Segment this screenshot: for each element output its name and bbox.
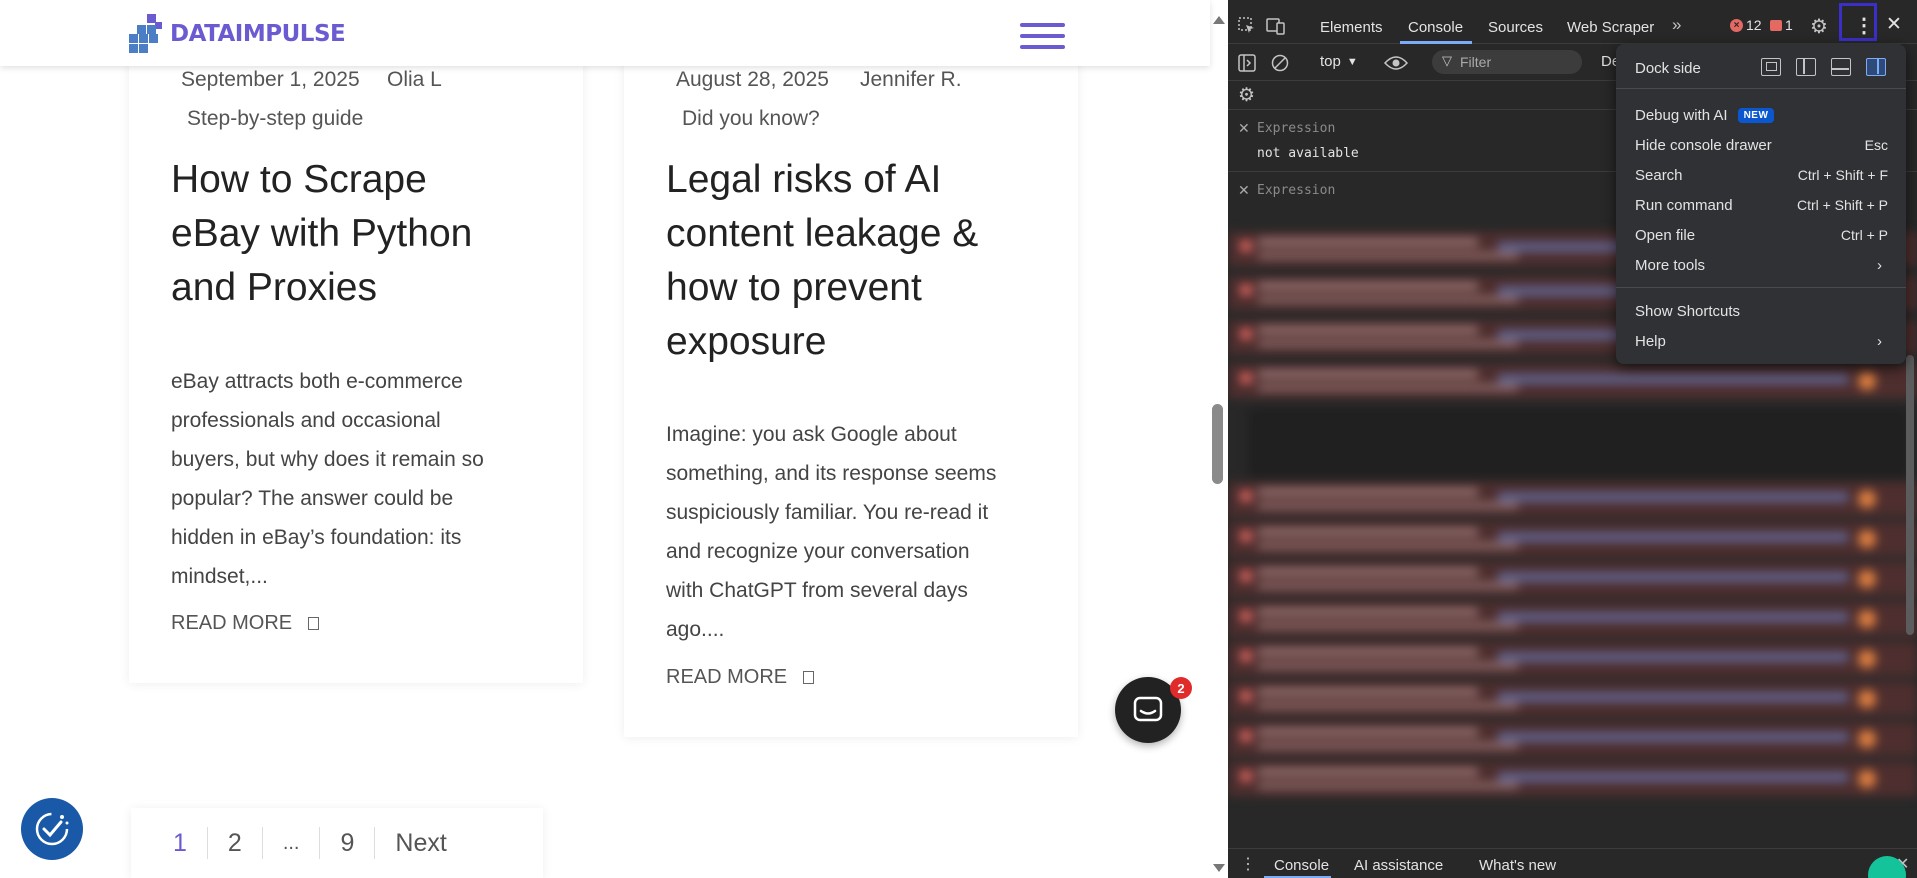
post-title[interactable]: How to Scrape eBay with Python and Proxi…: [171, 153, 472, 315]
console-message: [1228, 602, 1917, 636]
console-message: [1228, 642, 1917, 676]
console-message: [1228, 762, 1917, 796]
console-message: [1228, 722, 1917, 756]
menu-item-run-command[interactable]: Run command Ctrl + Shift + P: [1616, 191, 1906, 219]
menu-item-open-file[interactable]: Open file Ctrl + P: [1616, 221, 1906, 249]
new-badge: NEW: [1737, 107, 1775, 123]
devtools-tabbar: Elements Console Sources Web Scraper » ×…: [1228, 0, 1917, 44]
post-date: September 1, 2025: [181, 68, 360, 91]
menu-item-show-shortcuts[interactable]: Show Shortcuts: [1616, 297, 1906, 325]
post-author[interactable]: Jennifer R.: [860, 68, 962, 92]
dock-bottom-icon[interactable]: [1831, 58, 1851, 76]
page-link-9[interactable]: 9: [320, 827, 376, 859]
arrow-icon: [308, 617, 320, 630]
cookie-settings-button[interactable]: [21, 798, 83, 860]
menu-item-more-tools[interactable]: More tools ›: [1616, 251, 1906, 279]
tab-sources[interactable]: Sources: [1488, 19, 1543, 36]
console-message: [1228, 364, 1917, 398]
cookie-check-icon: [35, 812, 69, 846]
menu-separator: [1616, 88, 1906, 89]
drawer-tab-ai-assistance[interactable]: AI assistance: [1354, 857, 1443, 874]
close-icon[interactable]: ✕: [1238, 182, 1250, 199]
post-date: August 28, 2025: [676, 68, 829, 91]
page-ellipsis: ...: [263, 827, 321, 859]
issue-flag-icon: [1770, 19, 1782, 31]
expression-label[interactable]: Expression: [1257, 183, 1335, 198]
chat-notification-badge: 2: [1170, 677, 1192, 699]
read-more-link[interactable]: READ MORE: [171, 612, 320, 635]
console-message: [1228, 562, 1917, 596]
menu-item-debug-with-ai[interactable]: Debug with AI NEW: [1616, 101, 1906, 129]
console-message: [1228, 522, 1917, 556]
context-selector[interactable]: top ▼: [1320, 53, 1358, 70]
menu-separator: [1616, 287, 1906, 288]
tab-elements[interactable]: Elements: [1320, 19, 1383, 36]
kebab-icon[interactable]: ⋮: [1854, 13, 1874, 38]
blog-card: August 28, 2025 Jennifer R. Did you know…: [624, 40, 1078, 737]
chevron-right-icon: ›: [1877, 256, 1882, 274]
logo-text: DATAIMPULSE: [170, 21, 346, 47]
site-header: DATAIMPULSE: [0, 0, 1210, 66]
menu-item-help[interactable]: Help ›: [1616, 327, 1906, 355]
live-expression-eye-icon[interactable]: [1384, 55, 1408, 71]
kebab-icon[interactable]: ⋮: [1240, 854, 1256, 874]
scrollbar-thumb[interactable]: [1212, 404, 1223, 484]
filter-input[interactable]: ▽ Filter: [1432, 50, 1582, 74]
dock-right-icon[interactable]: [1866, 58, 1886, 76]
active-tab-indicator: [1400, 41, 1472, 44]
post-excerpt: eBay attracts both e-commerce profession…: [171, 370, 484, 588]
error-icon: ×: [1730, 18, 1743, 32]
post-category[interactable]: Step-by-step guide: [187, 107, 363, 131]
console-message: [1228, 682, 1917, 716]
web-page: DATAIMPULSE September 1, 2025 Olia L Ste…: [0, 0, 1228, 878]
undock-window-icon[interactable]: [1761, 58, 1781, 76]
pagination: 1 2 ... 9 Next: [131, 808, 543, 878]
close-icon[interactable]: ✕: [1238, 120, 1250, 137]
drawer-tab-console[interactable]: Console: [1274, 857, 1329, 874]
scroll-down-arrow-icon[interactable]: [1213, 864, 1225, 872]
gear-icon[interactable]: ⚙: [1238, 84, 1255, 107]
issue-counter[interactable]: 1: [1770, 17, 1793, 33]
caret-down-icon: ▼: [1346, 55, 1358, 68]
read-more-link[interactable]: READ MORE: [666, 666, 815, 689]
page-link-2[interactable]: 2: [208, 827, 263, 859]
tab-console[interactable]: Console: [1408, 19, 1463, 36]
page-scrollbar[interactable]: [1208, 10, 1228, 878]
menu-item-hide-console-drawer[interactable]: Hide console drawer Esc: [1616, 131, 1906, 159]
sidebar-toggle-icon[interactable]: [1238, 54, 1256, 72]
post-category[interactable]: Did you know?: [682, 107, 820, 131]
customize-devtools-menu: Dock side Debug with AI NEW Hide console…: [1616, 44, 1906, 364]
logo-mark-icon: [129, 14, 164, 54]
tab-web-scraper[interactable]: Web Scraper: [1567, 19, 1654, 36]
expression-label[interactable]: Expression: [1257, 121, 1335, 136]
console-scrollbar-thumb[interactable]: [1906, 355, 1914, 635]
more-tabs-icon[interactable]: »: [1672, 15, 1681, 35]
expression-value: not available: [1257, 146, 1359, 161]
console-drawer-tabbar: ⋮ Console AI assistance What's new ✕: [1228, 848, 1917, 878]
gear-icon[interactable]: ⚙: [1810, 14, 1828, 39]
hamburger-menu-icon[interactable]: [1020, 23, 1065, 53]
page-link-1[interactable]: 1: [153, 827, 208, 859]
menu-item-search[interactable]: Search Ctrl + Shift + F: [1616, 161, 1906, 189]
inspect-element-icon[interactable]: [1238, 17, 1256, 35]
site-logo[interactable]: DATAIMPULSE: [129, 14, 346, 54]
blog-card: September 1, 2025 Olia L Step-by-step gu…: [129, 40, 583, 683]
dock-left-icon[interactable]: [1796, 58, 1816, 76]
device-toolbar-icon[interactable]: [1266, 17, 1286, 35]
close-icon[interactable]: ✕: [1886, 13, 1902, 36]
clear-console-icon[interactable]: [1271, 54, 1289, 72]
post-title[interactable]: Legal risks of AI content leakage & how …: [666, 153, 978, 369]
console-message: [1228, 482, 1917, 516]
next-page-link[interactable]: Next: [375, 827, 466, 859]
filter-icon: ▽: [1442, 53, 1452, 68]
console-message-detail: [1248, 408, 1908, 478]
chevron-right-icon: ›: [1877, 332, 1882, 350]
chat-icon: [1133, 696, 1163, 722]
arrow-icon: [803, 671, 815, 684]
post-author[interactable]: Olia L: [387, 68, 442, 92]
scroll-up-arrow-icon[interactable]: [1213, 16, 1225, 24]
drawer-tab-whats-new[interactable]: What's new: [1479, 857, 1556, 874]
post-excerpt: Imagine: you ask Google about something,…: [666, 423, 997, 641]
error-counter[interactable]: × 12: [1730, 17, 1762, 33]
